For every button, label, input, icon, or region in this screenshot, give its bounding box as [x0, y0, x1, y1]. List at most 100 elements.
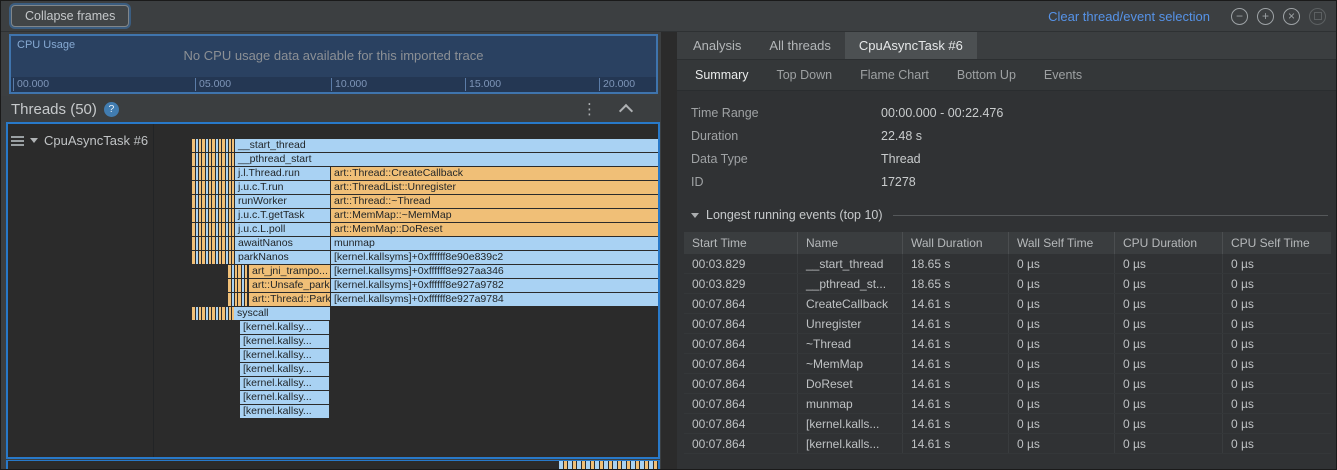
flame-bar[interactable]: j.u.c.T.run: [235, 181, 330, 194]
summary-label: Data Type: [691, 152, 881, 166]
flame-bar[interactable]: j.u.c.T.getTask: [235, 209, 330, 222]
flame-bar[interactable]: art::Unsafe_park: [249, 279, 330, 292]
thread-label[interactable]: CpuAsyncTask #6: [8, 124, 153, 148]
flame-bar[interactable]: [kernel.kallsyms]+0xffffff8e927aa346: [331, 265, 658, 278]
summary-row: ID17278: [691, 170, 1336, 193]
table-cell: 0 µs: [1223, 434, 1331, 453]
column-header: Start Time: [684, 232, 798, 254]
table-row[interactable]: 00:07.864DoReset14.61 s0 µs0 µs0 µs: [684, 374, 1331, 394]
flame-bar[interactable]: munmap: [331, 237, 658, 250]
table-cell: 00:07.864: [684, 294, 798, 313]
table-cell: 0 µs: [1009, 434, 1115, 453]
table-row[interactable]: 00:07.864[kernel.kalls...14.61 s0 µs0 µs…: [684, 434, 1331, 454]
flame-bar[interactable]: [kernel.kallsy...: [240, 391, 329, 404]
table-row[interactable]: 00:07.864[kernel.kalls...14.61 s0 µs0 µs…: [684, 414, 1331, 434]
events-table-body: 00:03.829__start_thread18.65 s0 µs0 µs0 …: [684, 254, 1331, 454]
flame-bar[interactable]: [kernel.kallsy...: [240, 363, 329, 376]
flame-bar[interactable]: [kernel.kallsyms]+0xffffff8e90e839c2: [331, 251, 658, 264]
expand-arrow-icon[interactable]: [30, 138, 38, 143]
flame-bar[interactable]: syscall: [234, 307, 330, 320]
flame-bar[interactable]: [192, 167, 234, 180]
summary-value: 17278: [881, 175, 916, 189]
more-options-icon[interactable]: ⋮: [582, 102, 597, 117]
table-cell: 0 µs: [1009, 354, 1115, 373]
flame-bar[interactable]: [kernel.kallsy...: [240, 405, 329, 418]
flame-bar[interactable]: [228, 265, 248, 278]
flame-bar[interactable]: parkNanos: [235, 251, 330, 264]
flame-bar[interactable]: runWorker: [235, 195, 330, 208]
flame-bar[interactable]: [kernel.kallsyms]+0xffffff8e927a9782: [331, 279, 658, 292]
flame-bar[interactable]: [192, 209, 234, 222]
table-cell: 00:07.864: [684, 394, 798, 413]
flame-bar[interactable]: [kernel.kallsy...: [240, 335, 329, 348]
flame-bar[interactable]: art::ThreadList::Unregister: [331, 181, 658, 194]
zoom-to-selection-icon: [1309, 8, 1326, 25]
flame-bar[interactable]: art::Thread::~Thread: [331, 195, 658, 208]
flame-bar[interactable]: art_jni_trampo...: [249, 265, 330, 278]
table-row[interactable]: 00:03.829__pthread_st...18.65 s0 µs0 µs0…: [684, 274, 1331, 294]
flame-bar[interactable]: [192, 237, 234, 250]
column-header: Wall Self Time: [1009, 232, 1115, 254]
subtab-flame-chart[interactable]: Flame Chart: [846, 60, 943, 90]
events-table-header: Start TimeNameWall DurationWall Self Tim…: [684, 232, 1331, 254]
flame-bar[interactable]: [kernel.kallsyms]+0xffffff8e927a9784: [331, 293, 658, 306]
timeline-tick: 20.000: [599, 78, 635, 91]
panel-splitter[interactable]: [661, 32, 677, 469]
next-thread-track[interactable]: [6, 460, 660, 470]
flame-bar[interactable]: art::MemMap::~MemMap: [331, 209, 658, 222]
flame-bar[interactable]: [192, 307, 234, 320]
table-cell: 0 µs: [1115, 414, 1223, 433]
flame-bar[interactable]: [192, 139, 234, 152]
timeline-ruler[interactable]: 00.00005.00010.00015.00020.000: [11, 77, 656, 92]
flame-bar[interactable]: art::Thread::CreateCallback: [331, 167, 658, 180]
table-cell: 14.61 s: [903, 334, 1009, 353]
table-cell: 14.61 s: [903, 354, 1009, 373]
collapse-frames-button[interactable]: Collapse frames: [11, 5, 129, 27]
flame-chart[interactable]: __start_thread__pthread_startj.l.Thread.…: [154, 124, 658, 457]
reset-zoom-icon[interactable]: ×: [1283, 8, 1300, 25]
flame-bar[interactable]: [228, 293, 248, 306]
flame-bar[interactable]: j.l.Thread.run: [235, 167, 330, 180]
flame-bar[interactable]: __start_thread: [235, 139, 658, 152]
flame-bar[interactable]: art::Thread::Park: [249, 293, 330, 306]
table-cell: [kernel.kalls...: [798, 414, 903, 433]
table-row[interactable]: 00:07.864munmap14.61 s0 µs0 µs0 µs: [684, 394, 1331, 414]
flame-bar[interactable]: [192, 251, 234, 264]
flame-bar[interactable]: art::MemMap::DoReset: [331, 223, 658, 236]
flame-bar[interactable]: [kernel.kallsy...: [240, 377, 329, 390]
flame-bar[interactable]: [192, 195, 234, 208]
table-row[interactable]: 00:07.864Unregister14.61 s0 µs0 µs0 µs: [684, 314, 1331, 334]
tab-analysis[interactable]: Analysis: [679, 32, 755, 59]
section-divider: [893, 215, 1328, 216]
table-cell: 0 µs: [1115, 434, 1223, 453]
table-row[interactable]: 00:03.829__start_thread18.65 s0 µs0 µs0 …: [684, 254, 1331, 274]
flame-bar[interactable]: [192, 223, 234, 236]
collapse-events-icon[interactable]: [691, 213, 699, 218]
flame-bar[interactable]: [kernel.kallsy...: [240, 349, 329, 362]
subtab-bottom-up[interactable]: Bottom Up: [943, 60, 1030, 90]
flame-bar[interactable]: j.u.c.L.poll: [235, 223, 330, 236]
subtab-events[interactable]: Events: [1030, 60, 1096, 90]
table-row[interactable]: 00:07.864~Thread14.61 s0 µs0 µs0 µs: [684, 334, 1331, 354]
timeline-tick: 15.000: [465, 78, 501, 91]
flame-bar[interactable]: [kernel.kallsy...: [240, 321, 329, 334]
tab-all-threads[interactable]: All threads: [755, 32, 844, 59]
timeline-tick: 05.000: [195, 78, 231, 91]
table-row[interactable]: 00:07.864~MemMap14.61 s0 µs0 µs0 µs: [684, 354, 1331, 374]
flame-bar[interactable]: [228, 279, 248, 292]
flame-bar[interactable]: [192, 153, 234, 166]
table-row[interactable]: 00:07.864CreateCallback14.61 s0 µs0 µs0 …: [684, 294, 1331, 314]
flame-bar[interactable]: awaitNanos: [235, 237, 330, 250]
flame-bar[interactable]: [192, 181, 234, 194]
subtab-summary[interactable]: Summary: [681, 60, 762, 90]
table-cell: 00:07.864: [684, 374, 798, 393]
zoom-out-icon[interactable]: −: [1231, 8, 1248, 25]
help-icon[interactable]: ?: [104, 102, 119, 117]
collapse-panel-icon[interactable]: [619, 103, 633, 117]
clear-selection-link[interactable]: Clear thread/event selection: [1048, 9, 1210, 24]
tab-cpuasynctask-6[interactable]: CpuAsyncTask #6: [845, 32, 977, 59]
table-cell: 0 µs: [1115, 394, 1223, 413]
flame-bar[interactable]: __pthread_start: [235, 153, 658, 166]
zoom-in-icon[interactable]: +: [1257, 8, 1274, 25]
subtab-top-down[interactable]: Top Down: [762, 60, 846, 90]
